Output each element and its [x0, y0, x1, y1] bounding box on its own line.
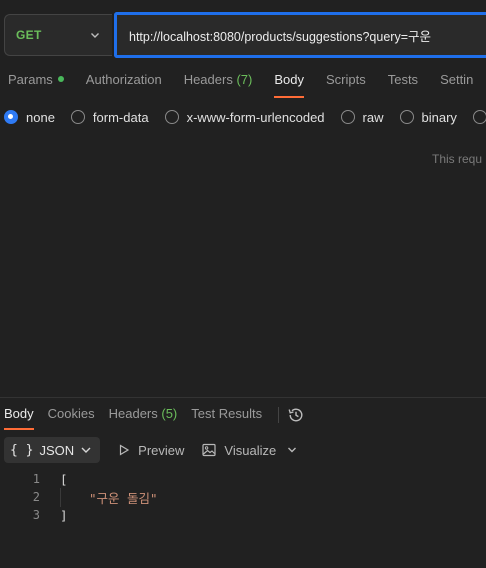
- body-type-binary[interactable]: binary: [399, 108, 457, 126]
- code-line: 3 ]: [0, 506, 158, 524]
- chevron-down-icon: [288, 447, 297, 453]
- body-type-graphql[interactable]: [472, 108, 486, 126]
- chevron-down-icon: [81, 447, 91, 453]
- braces-icon: { }: [10, 442, 34, 458]
- tab-params[interactable]: Params: [8, 72, 64, 98]
- play-icon: [120, 444, 130, 456]
- format-label: JSON: [39, 442, 75, 458]
- headers-count: (7): [236, 72, 253, 87]
- url-text: http://localhost:8080/products/suggestio…: [129, 29, 432, 44]
- response-tab-headers[interactable]: Headers (5): [109, 406, 178, 430]
- code-string: "구운 돌김": [60, 487, 158, 507]
- tab-headers[interactable]: Headers (7): [184, 72, 253, 98]
- request-bar: GET http://localhost:8080/products/sugge…: [4, 12, 486, 58]
- method-label: GET: [16, 28, 42, 42]
- body-empty-hint: This requ: [432, 152, 483, 166]
- visualize-options-dropdown[interactable]: [286, 437, 298, 463]
- line-number: 3: [32, 508, 40, 522]
- response-tabs: Body Cookies Headers (5) Test Results: [4, 406, 305, 430]
- line-number: 2: [32, 490, 40, 504]
- body-type-urlencoded[interactable]: x-www-form-urlencoded: [164, 108, 325, 126]
- line-number: 1: [32, 472, 40, 486]
- preview-button[interactable]: Preview: [118, 437, 184, 463]
- code-text: [: [60, 471, 68, 487]
- radio-checked[interactable]: [4, 110, 18, 124]
- radio[interactable]: [164, 110, 179, 124]
- params-status-dot: [57, 76, 64, 82]
- format-dropdown[interactable]: { } JSON: [4, 437, 101, 463]
- response-toolbar: { } JSON Preview Visualize: [4, 437, 298, 463]
- radio[interactable]: [70, 110, 85, 124]
- response-divider: [0, 397, 486, 398]
- response-tab-test-results[interactable]: Test Results: [191, 406, 262, 430]
- radio[interactable]: [340, 110, 355, 124]
- body-type-raw[interactable]: raw: [340, 108, 384, 126]
- tab-scripts[interactable]: Scripts: [326, 72, 366, 98]
- response-headers-count: (5): [161, 406, 178, 421]
- image-icon: [202, 443, 217, 457]
- code-line: 1 [: [0, 470, 158, 488]
- visualize-button[interactable]: Visualize: [202, 437, 276, 463]
- request-tabs: Params Authorization Headers (7) Body Sc…: [8, 72, 486, 98]
- url-input[interactable]: http://localhost:8080/products/suggestio…: [114, 12, 486, 58]
- method-select[interactable]: GET: [4, 14, 112, 56]
- response-tab-cookies[interactable]: Cookies: [48, 406, 95, 430]
- history-icon[interactable]: [287, 406, 305, 424]
- radio[interactable]: [472, 110, 486, 124]
- tab-authorization[interactable]: Authorization: [86, 72, 162, 98]
- code-line: 2 "구운 돌김": [0, 487, 158, 507]
- body-type-options: none form-data x-www-form-urlencoded raw…: [4, 108, 486, 126]
- tab-body[interactable]: Body: [274, 72, 304, 98]
- tab-tests[interactable]: Tests: [388, 72, 418, 98]
- response-tab-body[interactable]: Body: [4, 406, 34, 430]
- body-type-none[interactable]: none: [4, 108, 55, 126]
- code-text: ]: [60, 507, 68, 523]
- radio[interactable]: [399, 110, 414, 124]
- tab-separator: [278, 407, 280, 423]
- chevron-down-icon: [91, 33, 99, 38]
- tab-settings[interactable]: Settin: [440, 72, 473, 98]
- response-body-viewer[interactable]: 1 [ 2 "구운 돌김" 3 ]: [0, 470, 158, 524]
- body-type-form-data[interactable]: form-data: [70, 108, 149, 126]
